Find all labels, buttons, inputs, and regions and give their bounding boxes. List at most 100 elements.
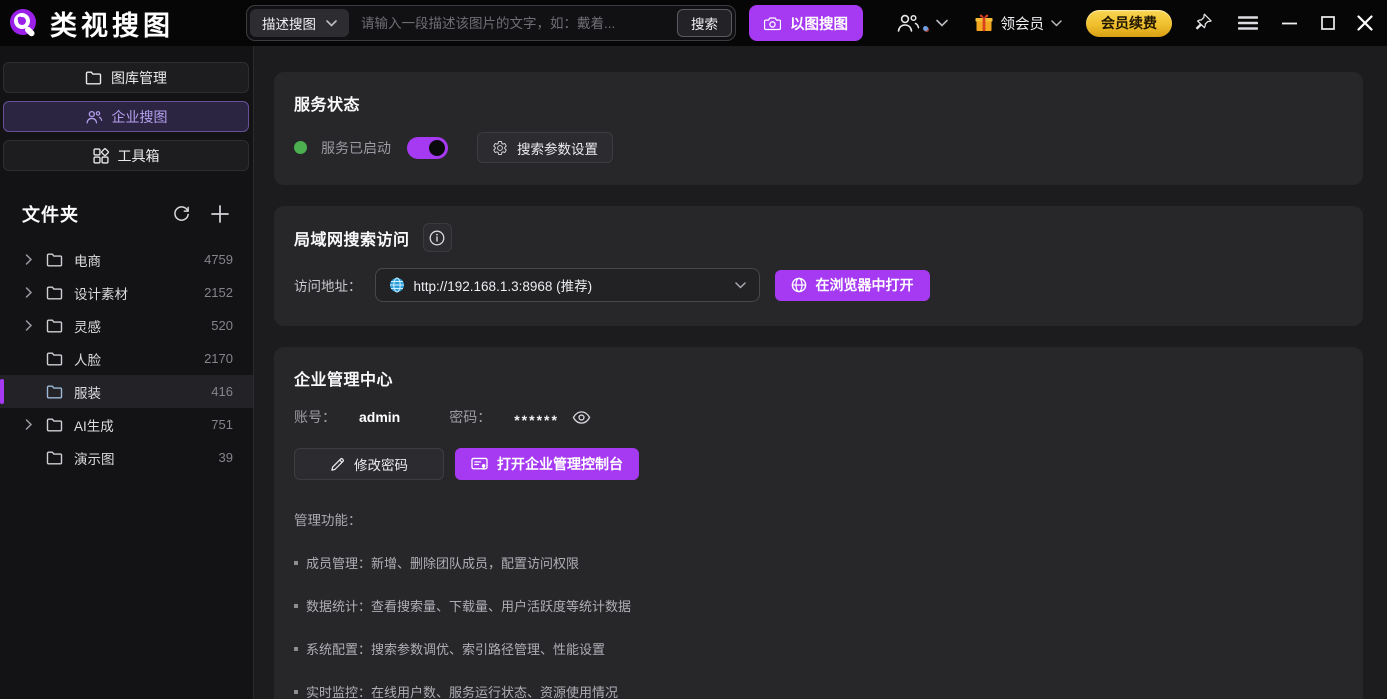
- password-label: 密码：: [449, 407, 491, 427]
- folder-row[interactable]: AI生成 751: [0, 408, 253, 441]
- users-icon: [896, 12, 920, 34]
- service-card-title: 服务状态: [294, 91, 1343, 115]
- service-toggle[interactable]: [407, 137, 448, 159]
- search-mode-label: 描述搜图: [262, 13, 316, 33]
- info-icon: [429, 230, 445, 246]
- info-button[interactable]: [423, 223, 452, 252]
- address-dropdown[interactable]: http://192.168.1.3:8968 (推荐): [375, 268, 760, 302]
- folder-row[interactable]: 电商 4759: [0, 243, 253, 276]
- search-mode-dropdown[interactable]: 描述搜图: [250, 9, 349, 37]
- folder-icon: [85, 71, 102, 85]
- password-value: ******: [514, 412, 559, 428]
- service-status-dot: [294, 141, 307, 154]
- folder-count: 2152: [204, 285, 233, 300]
- address-label: 访问地址：: [294, 275, 362, 295]
- sidebar-item-enterprise-search[interactable]: 企业搜图: [3, 101, 249, 132]
- id-card-icon: [471, 457, 488, 472]
- admin-card-title: 企业管理中心: [294, 366, 1343, 390]
- features-title: 管理功能：: [294, 509, 1343, 529]
- change-password-button[interactable]: 修改密码: [294, 448, 444, 480]
- folder-list: 电商 4759 设计素材 2152 灵感 520 人脸 2170: [0, 243, 253, 474]
- folder-icon: [46, 286, 63, 300]
- bullet: [294, 561, 298, 565]
- feature-item: 成员管理：新增、删除团队成员，配置访问权限: [294, 553, 1343, 572]
- feature-item: 实时监控：在线用户数、服务运行状态、资源使用情况: [294, 682, 1343, 699]
- titlebar-right: 领会员 会员续费: [896, 10, 1378, 37]
- folder-count: 520: [211, 318, 233, 333]
- folder-name: 服装: [74, 382, 101, 402]
- image-search-button[interactable]: 以图搜图: [749, 5, 863, 41]
- close-button[interactable]: [1357, 15, 1373, 31]
- get-membership-button[interactable]: 领会员: [974, 13, 1063, 34]
- gift-icon: [974, 13, 994, 33]
- minimize-button[interactable]: [1282, 22, 1297, 25]
- chevron-down-icon: [1051, 20, 1062, 27]
- refresh-icon[interactable]: [172, 205, 191, 224]
- folder-icon: [46, 451, 63, 465]
- sidebar-item-toolbox[interactable]: 工具箱: [3, 140, 249, 171]
- account-menu[interactable]: [896, 12, 928, 34]
- service-status-text: 服务已启动: [321, 138, 391, 158]
- folders-title: 文件夹: [22, 201, 79, 227]
- account-value: admin: [359, 409, 400, 425]
- folder-count: 751: [211, 417, 233, 432]
- users-icon: [85, 109, 103, 125]
- folder-icon: [46, 385, 63, 399]
- sidebar-item-gallery[interactable]: 图库管理: [3, 62, 249, 93]
- add-folder-icon[interactable]: [211, 205, 229, 223]
- folder-name: 灵感: [74, 316, 101, 336]
- folder-row-selected[interactable]: 服装 416: [0, 375, 253, 408]
- folder-row[interactable]: 灵感 520: [0, 309, 253, 342]
- search-input[interactable]: [349, 16, 677, 31]
- titlebar: 类视搜图 描述搜图 搜索 以图搜图: [0, 0, 1387, 46]
- toolbox-grid-icon: [93, 148, 109, 164]
- folder-icon: [46, 319, 63, 333]
- hamburger-menu-icon[interactable]: [1238, 16, 1258, 30]
- chevron-right-icon[interactable]: [22, 320, 36, 331]
- lan-card-title: 局域网搜索访问: [294, 226, 410, 250]
- show-password-icon[interactable]: [572, 410, 591, 425]
- open-in-browser-button[interactable]: 在浏览器中打开: [775, 270, 930, 301]
- enterprise-admin-card: 企业管理中心 账号： admin 密码： ****** 修改密码: [274, 347, 1363, 699]
- bullet: [294, 647, 298, 651]
- folder-name: 演示图: [74, 448, 115, 468]
- folder-name: 电商: [74, 250, 101, 270]
- renew-membership-button[interactable]: 会员续费: [1086, 10, 1172, 37]
- pencil-icon: [330, 457, 345, 472]
- search-params-button[interactable]: 搜索参数设置: [477, 132, 613, 163]
- folder-count: 4759: [204, 252, 233, 267]
- pin-icon[interactable]: [1194, 13, 1214, 33]
- chevron-right-icon[interactable]: [22, 254, 36, 265]
- account-label: 账号：: [294, 407, 336, 427]
- chevron-right-icon[interactable]: [22, 419, 36, 430]
- folder-name: AI生成: [74, 415, 114, 435]
- search-bar: 描述搜图 搜索: [246, 5, 736, 41]
- folder-count: 2170: [204, 351, 233, 366]
- account-chevron-icon[interactable]: [936, 19, 948, 27]
- folder-count: 416: [211, 384, 233, 399]
- camera-icon: [764, 16, 781, 31]
- folder-name: 人脸: [74, 349, 101, 369]
- folder-icon: [46, 253, 63, 267]
- chevron-down-icon: [735, 282, 746, 289]
- folder-row[interactable]: 人脸 2170: [0, 342, 253, 375]
- folder-icon: [46, 352, 63, 366]
- chevron-right-icon[interactable]: [22, 287, 36, 298]
- folder-count: 39: [219, 450, 233, 465]
- folder-row[interactable]: 设计素材 2152: [0, 276, 253, 309]
- open-admin-console-button[interactable]: 打开企业管理控制台: [455, 448, 639, 480]
- sidebar: 图库管理 企业搜图 工具箱 文件夹: [0, 46, 254, 699]
- app-window: 类视搜图 描述搜图 搜索 以图搜图: [0, 0, 1387, 699]
- maximize-button[interactable]: [1321, 16, 1335, 30]
- status-dot: [923, 26, 928, 31]
- feature-item: 系统配置：搜索参数调优、索引路径管理、性能设置: [294, 639, 1343, 658]
- globe-icon: [791, 277, 807, 293]
- toggle-knob: [429, 140, 445, 156]
- folder-row[interactable]: 演示图 39: [0, 441, 253, 474]
- main-content: 服务状态 服务已启动 搜索参数设置 局域网搜索访问 访问地址：: [254, 46, 1387, 699]
- app-logo: 类视搜图: [8, 4, 246, 43]
- address-value: http://192.168.1.3:8968 (推荐): [414, 275, 726, 295]
- logo-icon: [8, 7, 40, 39]
- search-button[interactable]: 搜索: [677, 9, 732, 37]
- service-status-card: 服务状态 服务已启动 搜索参数设置: [274, 72, 1363, 185]
